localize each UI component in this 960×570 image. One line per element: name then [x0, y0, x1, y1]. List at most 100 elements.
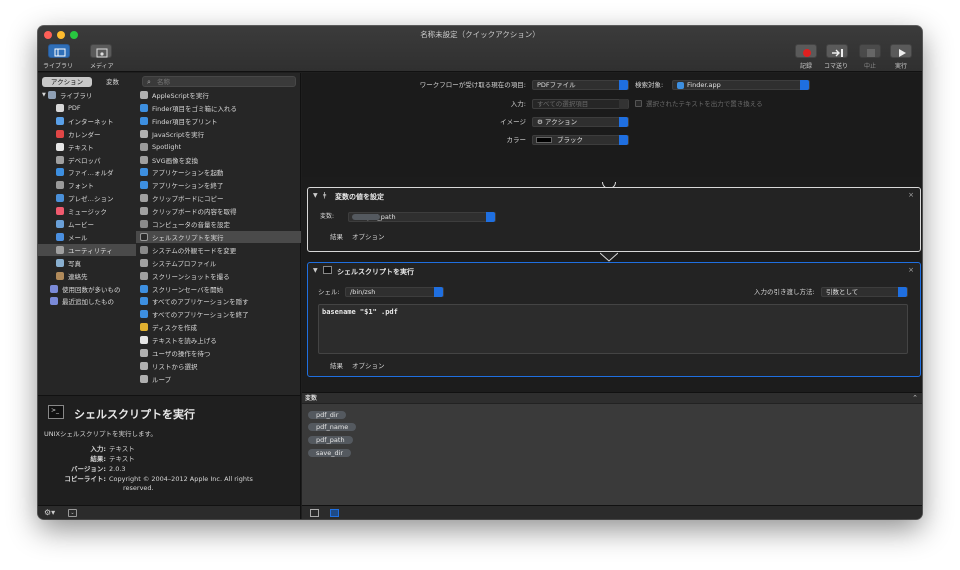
collapse-chevron-icon[interactable]: ⌃ [912, 394, 918, 402]
library-item[interactable]: 最近追加したもの [50, 295, 136, 307]
action-item-label: Spotlight [152, 142, 182, 151]
action-item[interactable]: アプリケーションを終了 [136, 179, 301, 191]
action-item[interactable]: AppleScriptを実行 [136, 89, 301, 101]
pass-input-label: 入力の引き渡し方法: [754, 288, 815, 296]
library-item[interactable]: 使用回数が多いもの [50, 283, 136, 295]
options-tab[interactable]: オプション [352, 234, 385, 241]
action-item[interactable]: ディスクを作成 [136, 321, 301, 333]
action-item-label: ループ [152, 375, 172, 384]
library-item[interactable]: フォント [56, 179, 136, 191]
library-item[interactable]: デベロッパ [56, 154, 136, 166]
image-select[interactable]: ⚙ アクション [532, 117, 629, 127]
library-item[interactable]: メール [56, 231, 136, 243]
library-item[interactable]: プレゼ…ション [56, 192, 136, 204]
results-tab[interactable]: 結果 [330, 363, 343, 370]
finder-icon [56, 168, 64, 177]
disclosure-triangle-icon[interactable]: ▼ [313, 192, 318, 199]
step-button[interactable] [826, 44, 848, 58]
action-item[interactable]: システムの外観モードを変更 [136, 244, 301, 256]
smart-folder-icon [50, 284, 58, 293]
results-tab[interactable]: 結果 [330, 234, 343, 241]
tab-variables[interactable]: 変数 [106, 79, 119, 86]
library-item[interactable]: 写真 [56, 257, 136, 269]
description-toggle-icon[interactable]: ⌄ [68, 509, 77, 517]
action-item[interactable]: スクリーンセーバを開始 [136, 283, 301, 295]
action-item-label: アプリケーションを終了 [152, 182, 224, 191]
action-item[interactable]: アプリケーションを起動 [136, 166, 301, 178]
run-button[interactable] [890, 44, 912, 58]
library-item[interactable]: 連絡先 [56, 270, 136, 282]
stop-button[interactable] [859, 44, 881, 58]
search-input[interactable]: ⌕ 名称 [142, 76, 296, 87]
library-item[interactable]: ムービー [56, 218, 136, 230]
svg-icon [140, 155, 148, 164]
action-item[interactable]: Finder項目をゴミ箱に入れる [136, 102, 301, 114]
variable-item[interactable]: pdf_name [308, 423, 357, 431]
record-button[interactable] [795, 44, 817, 58]
library-toggle-button[interactable] [48, 44, 70, 58]
action-item[interactable]: Finder項目をプリント [136, 115, 301, 127]
action-item[interactable]: すべてのアプリケーションを終了 [136, 308, 301, 320]
action-item-label: クリップボードの内容を取得 [152, 208, 237, 217]
receives-label: ワークフローが受け取る現在の項目: [419, 81, 526, 89]
disclosure-triangle-icon[interactable]: ▼ [313, 267, 318, 274]
action-item[interactable]: クリップボードの内容を取得 [136, 205, 301, 217]
script-icon [140, 374, 148, 383]
finder-icon [140, 297, 148, 306]
tab-actions[interactable]: アクション [42, 77, 92, 87]
variable-item[interactable]: pdf_path [308, 436, 353, 444]
options-tab[interactable]: オプション [352, 363, 385, 370]
library-item[interactable]: テキスト [56, 141, 136, 153]
library-toggle-label: ライブラリ [43, 63, 74, 70]
music-icon [56, 207, 64, 216]
action-item[interactable]: すべてのアプリケーションを隠す [136, 295, 301, 307]
library-item[interactable]: ファイ…ォルダ [56, 166, 136, 178]
stop-label: 中止 [864, 63, 877, 70]
text-icon [56, 142, 64, 151]
color-select[interactable]: ブラック [532, 135, 629, 145]
action-item[interactable]: テキストを読み上げる [136, 334, 301, 346]
pass-input-select[interactable]: 引数として [821, 287, 908, 297]
action-item[interactable]: シェルスクリプトを実行 [136, 230, 301, 243]
replace-text-checkbox[interactable] [635, 100, 642, 107]
shell-select[interactable]: /bin/zsh [345, 287, 444, 297]
library-item[interactable]: PDF [56, 102, 136, 114]
library-item[interactable]: インターネット [56, 115, 136, 127]
library-item[interactable]: ユーティリティ [38, 243, 136, 256]
variable-select[interactable]: pdf_path [348, 212, 496, 222]
media-button[interactable] [90, 44, 112, 58]
variables-view-icon[interactable] [330, 509, 339, 517]
action-item-label: Finder項目をプリント [152, 117, 218, 126]
variable-item[interactable]: pdf_dir [308, 411, 347, 419]
library-item[interactable]: カレンダー [56, 128, 136, 140]
action-item[interactable]: ユーザの操作を待つ [136, 347, 301, 359]
disclosure-triangle-icon[interactable]: ▼ [42, 92, 46, 98]
description-title: シェルスクリプトを実行 [74, 408, 195, 421]
action-item[interactable]: スクリーンショットを撮る [136, 270, 301, 282]
action-item[interactable]: クリップボードにコピー [136, 192, 301, 204]
action-item-label: すべてのアプリケーションを終了 [152, 311, 249, 320]
action-item[interactable]: リストから選択 [136, 360, 301, 372]
script-editor[interactable]: basename "$1" .pdf [318, 304, 908, 354]
action-set-variable[interactable]: ▼ ǂ 変数の値を設定 × 変数: pdf_path 結果 オプション [307, 187, 921, 252]
terminal-icon: >_ [48, 405, 64, 419]
action-item[interactable]: システムプロファイル [136, 257, 301, 269]
gear-menu-icon[interactable]: ⚙▾ [44, 508, 55, 517]
close-icon[interactable]: × [908, 191, 914, 199]
action-item[interactable]: コンピュータの音量を設定 [136, 218, 301, 230]
action-item[interactable]: SVG画像を変換 [136, 154, 301, 166]
log-view-icon[interactable] [310, 509, 319, 517]
receives-select[interactable]: PDFファイル [532, 80, 629, 90]
library-item[interactable]: ミュージック [56, 205, 136, 217]
library-item[interactable]: ▼ ライブラリ [42, 89, 136, 101]
variable-item[interactable]: save_dir [308, 449, 352, 457]
action-item[interactable]: JavaScriptを実行 [136, 128, 301, 140]
action-run-shell-script[interactable]: ▼ シェルスクリプトを実行 × シェル: /bin/zsh 入力の引き渡し方法:… [307, 262, 921, 377]
close-icon[interactable]: × [908, 266, 914, 274]
disk-icon [140, 323, 148, 332]
search-target-select[interactable]: Finder.app [672, 80, 810, 90]
input-select[interactable]: すべての選択項目 [532, 99, 629, 109]
image-label: イメージ [500, 118, 526, 126]
action-item[interactable]: ループ [136, 373, 301, 385]
action-item[interactable]: Spotlight [136, 141, 301, 153]
